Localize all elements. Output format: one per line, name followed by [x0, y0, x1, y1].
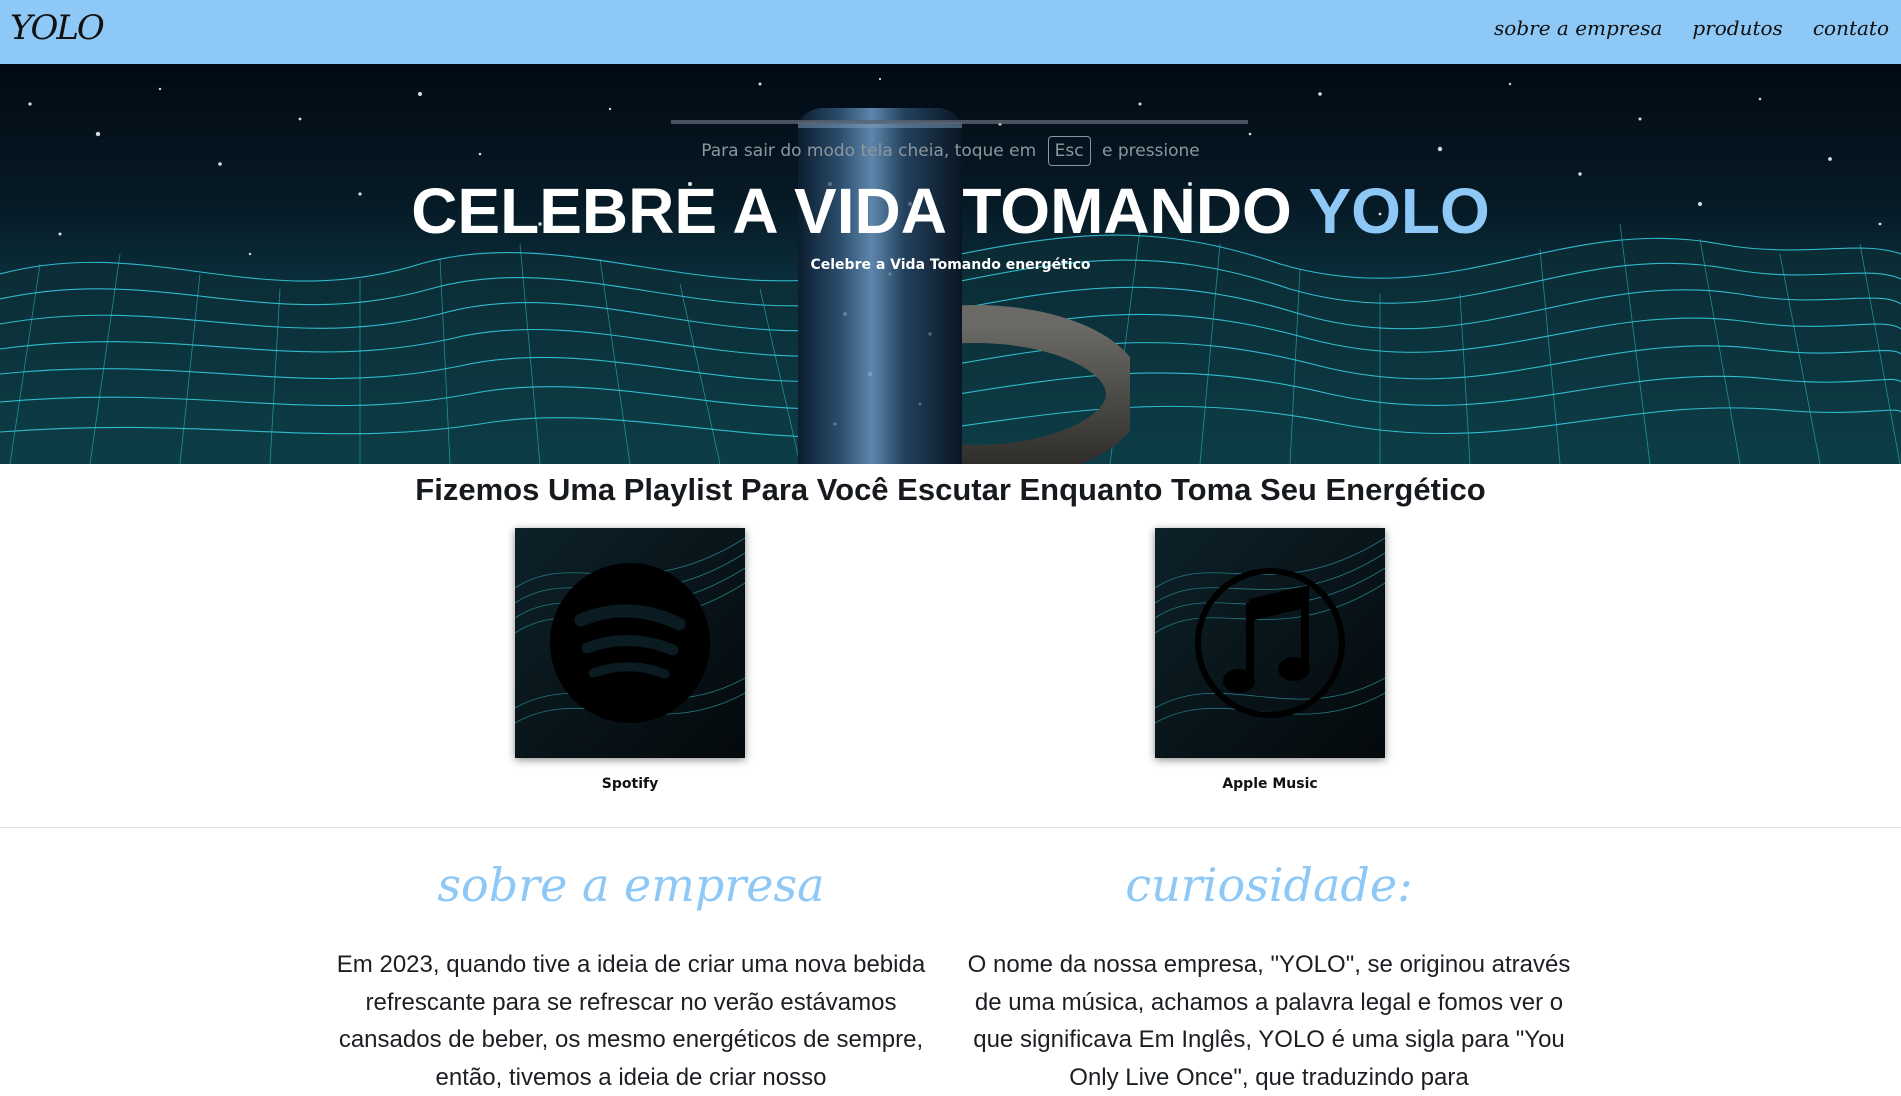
apple-music-playlist-card[interactable]: Apple Music	[1155, 528, 1385, 792]
section-text-curiosidade: O nome da nossa empresa, "YOLO", se orig…	[967, 951, 1571, 1091]
esc-key-badge: Esc	[1047, 136, 1091, 166]
hero-subtitle: Celebre a Vida Tomando energético	[810, 257, 1091, 273]
spotify-card-label[interactable]: Spotify	[515, 776, 745, 792]
hero-banner: Para sair do modo tela cheia, toque em E…	[0, 64, 1901, 464]
brand-logo[interactable]: YOLO	[10, 8, 105, 48]
hero-title-accent: YOLO	[1308, 175, 1490, 247]
main-nav: sobre a empresa produtos contato	[1494, 16, 1889, 40]
top-navbar: YOLO sobre a empresa produtos contato	[0, 0, 1901, 64]
section-divider	[0, 827, 1901, 828]
section-title-sobre-a-empresa: sobre a empresa	[437, 858, 825, 912]
fullscreen-exit-notice: Para sair do modo tela cheia, toque em E…	[0, 136, 1901, 166]
fullscreen-notice-text-before: Para sair do modo tela cheia, toque em	[701, 141, 1037, 161]
apple-music-card-image[interactable]	[1155, 528, 1385, 758]
nav-link-sobre-a-empresa[interactable]: sobre a empresa	[1494, 16, 1662, 40]
spotify-playlist-card[interactable]: Spotify	[515, 528, 745, 792]
hero-title: CELEBRE A VIDA TOMANDO YOLO	[0, 174, 1901, 248]
playlist-heading: Fizemos Uma Playlist Para Você Escutar E…	[415, 472, 1486, 507]
spotify-icon	[550, 563, 710, 723]
section-title-curiosidade: curiosidade:	[1125, 858, 1413, 912]
nav-link-produtos[interactable]: produtos	[1692, 16, 1782, 40]
fullscreen-notice-bar	[671, 120, 1248, 124]
apple-music-card-label[interactable]: Apple Music	[1155, 776, 1385, 792]
nav-link-contato[interactable]: contato	[1813, 16, 1889, 40]
section-text-sobre-a-empresa: Em 2023, quando tive a ideia de criar um…	[336, 951, 926, 1091]
fullscreen-notice-text-after: e pressione	[1101, 141, 1200, 161]
spotify-card-image[interactable]	[515, 528, 745, 758]
hero-title-main: CELEBRE A VIDA TOMANDO	[411, 175, 1309, 247]
